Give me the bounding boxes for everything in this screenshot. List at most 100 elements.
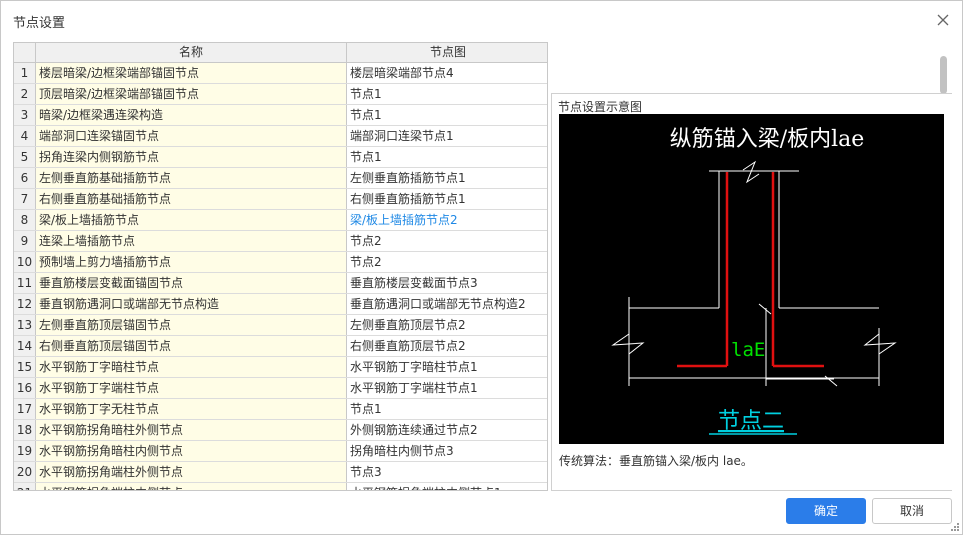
table-row[interactable]: 19 水平钢筋拐角暗柱内侧节点 拐角暗柱内侧节点3: [14, 441, 547, 462]
row-node-cell[interactable]: 拐角暗柱内侧节点3: [347, 441, 547, 461]
row-index: 13: [14, 315, 36, 335]
row-node-cell[interactable]: 节点2: [347, 252, 547, 272]
algorithm-description: 传统算法：垂直筋锚入梁/板内 lae。: [559, 454, 753, 468]
row-index: 11: [14, 273, 36, 293]
row-index: 2: [14, 84, 36, 104]
table-row[interactable]: 14 右侧垂直筋顶层锚固节点 右侧垂直筋顶层节点2: [14, 336, 547, 357]
row-node-cell[interactable]: 垂直筋楼层变截面节点3: [347, 273, 547, 293]
row-name-cell[interactable]: 右侧垂直筋顶层锚固节点: [36, 336, 347, 356]
table-row[interactable]: 12 垂直钢筋遇洞口或端部无节点构造 垂直筋遇洞口或端部无节点构造2: [14, 294, 547, 315]
row-index: 9: [14, 231, 36, 251]
row-index: 12: [14, 294, 36, 314]
row-name-cell[interactable]: 端部洞口连梁锚固节点: [36, 126, 347, 146]
table-row[interactable]: 18 水平钢筋拐角暗柱外侧节点 外侧钢筋连续通过节点2: [14, 420, 547, 441]
cancel-button[interactable]: 取消: [872, 498, 952, 524]
row-node-cell[interactable]: 节点1: [347, 105, 547, 125]
title-bar: 节点设置: [1, 1, 962, 39]
table-row[interactable]: 5 拐角连梁内侧钢筋节点 节点1: [14, 147, 547, 168]
lae-label: laE: [731, 339, 765, 361]
table-row[interactable]: 3 暗梁/边框梁遇连梁构造 节点1: [14, 105, 547, 126]
preview-title: 节点设置示意图: [558, 100, 643, 114]
table-row[interactable]: 6 左侧垂直筋基础插筋节点 左侧垂直筋插筋节点1: [14, 168, 547, 189]
node-diagram: 纵筋锚入梁/板内lae laE 节点二: [559, 114, 944, 444]
row-node-cell[interactable]: 楼层暗梁端部节点4: [347, 63, 547, 83]
row-node-cell[interactable]: 节点3: [347, 462, 547, 482]
row-name-cell[interactable]: 顶层暗梁/边框梁端部锚固节点: [36, 84, 347, 104]
row-name-cell[interactable]: 水平钢筋拐角暗柱内侧节点: [36, 441, 347, 461]
row-name-cell[interactable]: 左侧垂直筋顶层锚固节点: [36, 315, 347, 335]
close-icon[interactable]: [934, 11, 952, 29]
row-node-cell[interactable]: 右侧垂直筋插筋节点1: [347, 189, 547, 209]
row-name-cell[interactable]: 水平钢筋丁字无柱节点: [36, 399, 347, 419]
table-row[interactable]: 17 水平钢筋丁字无柱节点 节点1: [14, 399, 547, 420]
table-row[interactable]: 10 预制墙上剪力墙插筋节点 节点2: [14, 252, 547, 273]
row-name-cell[interactable]: 水平钢筋拐角端柱内侧节点: [36, 483, 347, 490]
row-name-cell[interactable]: 预制墙上剪力墙插筋节点: [36, 252, 347, 272]
resize-grip-icon[interactable]: [950, 522, 960, 532]
row-node-cell[interactable]: 端部洞口连梁节点1: [347, 126, 547, 146]
diagram-caption: 节点二: [718, 409, 784, 434]
table-row[interactable]: 15 水平钢筋丁字暗柱节点 水平钢筋丁字暗柱节点1: [14, 357, 547, 378]
row-node-cell[interactable]: 左侧垂直筋顶层节点2: [347, 315, 547, 335]
row-name-cell[interactable]: 梁/板上墙插筋节点: [36, 210, 347, 230]
row-name-cell[interactable]: 左侧垂直筋基础插筋节点: [36, 168, 347, 188]
row-index: 21: [14, 483, 36, 490]
table-body: 1 楼层暗梁/边框梁端部锚固节点 楼层暗梁端部节点4 2 顶层暗梁/边框梁端部锚固节点节…: [14, 63, 547, 490]
row-node-cell[interactable]: 节点1: [347, 84, 547, 104]
table-row[interactable]: 13 左侧垂直筋顶层锚固节点 左侧垂直筋顶层节点2: [14, 315, 547, 336]
row-node-cell[interactable]: 节点1: [347, 399, 547, 419]
table-row[interactable]: 8 梁/板上墙插筋节点 梁/板上墙插筋节点2: [14, 210, 547, 231]
table-row[interactable]: 9 连梁上墙插筋节点 节点2: [14, 231, 547, 252]
row-index: 17: [14, 399, 36, 419]
table-row[interactable]: 20 水平钢筋拐角端柱外侧节点 节点3: [14, 462, 547, 483]
row-index: 19: [14, 441, 36, 461]
row-node-cell[interactable]: 水平钢筋丁字端柱节点1: [347, 378, 547, 398]
row-index: 3: [14, 105, 36, 125]
row-index: 7: [14, 189, 36, 209]
row-name-cell[interactable]: 拐角连梁内侧钢筋节点: [36, 147, 347, 167]
row-index: 4: [14, 126, 36, 146]
row-node-cell[interactable]: 梁/板上墙插筋节点2: [347, 210, 547, 230]
row-name-cell[interactable]: 水平钢筋丁字暗柱节点: [36, 357, 347, 377]
row-name-cell[interactable]: 暗梁/边框梁遇连梁构造: [36, 105, 347, 125]
ok-button[interactable]: 确定: [786, 498, 866, 524]
row-name-cell[interactable]: 水平钢筋丁字端柱节点: [36, 378, 347, 398]
row-name-cell[interactable]: 水平钢筋拐角暗柱外侧节点: [36, 420, 347, 440]
row-node-cell[interactable]: 右侧垂直筋顶层节点2: [347, 336, 547, 356]
row-index: 20: [14, 462, 36, 482]
table-row[interactable]: 7 右侧垂直筋基础插筋节点 右侧垂直筋插筋节点1: [14, 189, 547, 210]
scrollbar-thumb[interactable]: [940, 56, 947, 94]
row-node-cell[interactable]: 水平钢筋拐角端柱内侧节点1: [347, 483, 547, 490]
row-node-cell[interactable]: 节点2: [347, 231, 547, 251]
table-row[interactable]: 11 垂直筋楼层变截面锚固节点 垂直筋楼层变截面节点3: [14, 273, 547, 294]
row-node-cell[interactable]: 垂直筋遇洞口或端部无节点构造2: [347, 294, 547, 314]
header-node: 节点图: [429, 45, 466, 59]
node-settings-table: 名称 节点图 1 楼层暗梁/边框梁端部锚固节点 楼层暗梁端部节点4 2 顶层暗梁/边框梁…: [13, 42, 548, 491]
header-name: 名称: [36, 43, 347, 63]
row-name-cell[interactable]: 连梁上墙插筋节点: [36, 231, 347, 251]
row-index: 18: [14, 420, 36, 440]
table-row[interactable]: 16 水平钢筋丁字端柱节点 水平钢筋丁字端柱节点1: [14, 378, 547, 399]
table-header: 名称 节点图: [14, 43, 547, 63]
row-index: 10: [14, 252, 36, 272]
row-index: 5: [14, 147, 36, 167]
dialog-title: 节点设置: [13, 16, 66, 31]
row-index: 1: [14, 63, 36, 83]
table-row[interactable]: 21水平钢筋拐角端柱内侧节点水平钢筋拐角端柱内侧节点1: [14, 483, 547, 490]
table-row[interactable]: 2 顶层暗梁/边框梁端部锚固节点 节点1: [14, 84, 547, 105]
table-row[interactable]: 4 端部洞口连梁锚固节点 端部洞口连梁节点1: [14, 126, 547, 147]
diagram-heading: 纵筋锚入梁/板内lae: [670, 127, 865, 152]
row-node-cell[interactable]: 节点1: [347, 147, 547, 167]
row-node-cell[interactable]: 外侧钢筋连续通过节点2: [347, 420, 547, 440]
row-name-cell[interactable]: 垂直钢筋遇洞口或端部无节点构造: [36, 294, 347, 314]
row-name-cell[interactable]: 垂直筋楼层变截面锚固节点: [36, 273, 347, 293]
rebar-lines: [677, 172, 824, 368]
row-name-cell[interactable]: 水平钢筋拐角端柱外侧节点: [36, 462, 347, 482]
table-row[interactable]: 1 楼层暗梁/边框梁端部锚固节点 楼层暗梁端部节点4: [14, 63, 547, 84]
header-index: [14, 43, 36, 63]
row-node-cell[interactable]: 水平钢筋丁字暗柱节点1: [347, 357, 547, 377]
row-name-cell[interactable]: 右侧垂直筋基础插筋节点: [36, 189, 347, 209]
row-node-cell[interactable]: 左侧垂直筋插筋节点1: [347, 168, 547, 188]
row-index: 16: [14, 378, 36, 398]
row-name-cell[interactable]: 楼层暗梁/边框梁端部锚固节点: [36, 63, 347, 83]
